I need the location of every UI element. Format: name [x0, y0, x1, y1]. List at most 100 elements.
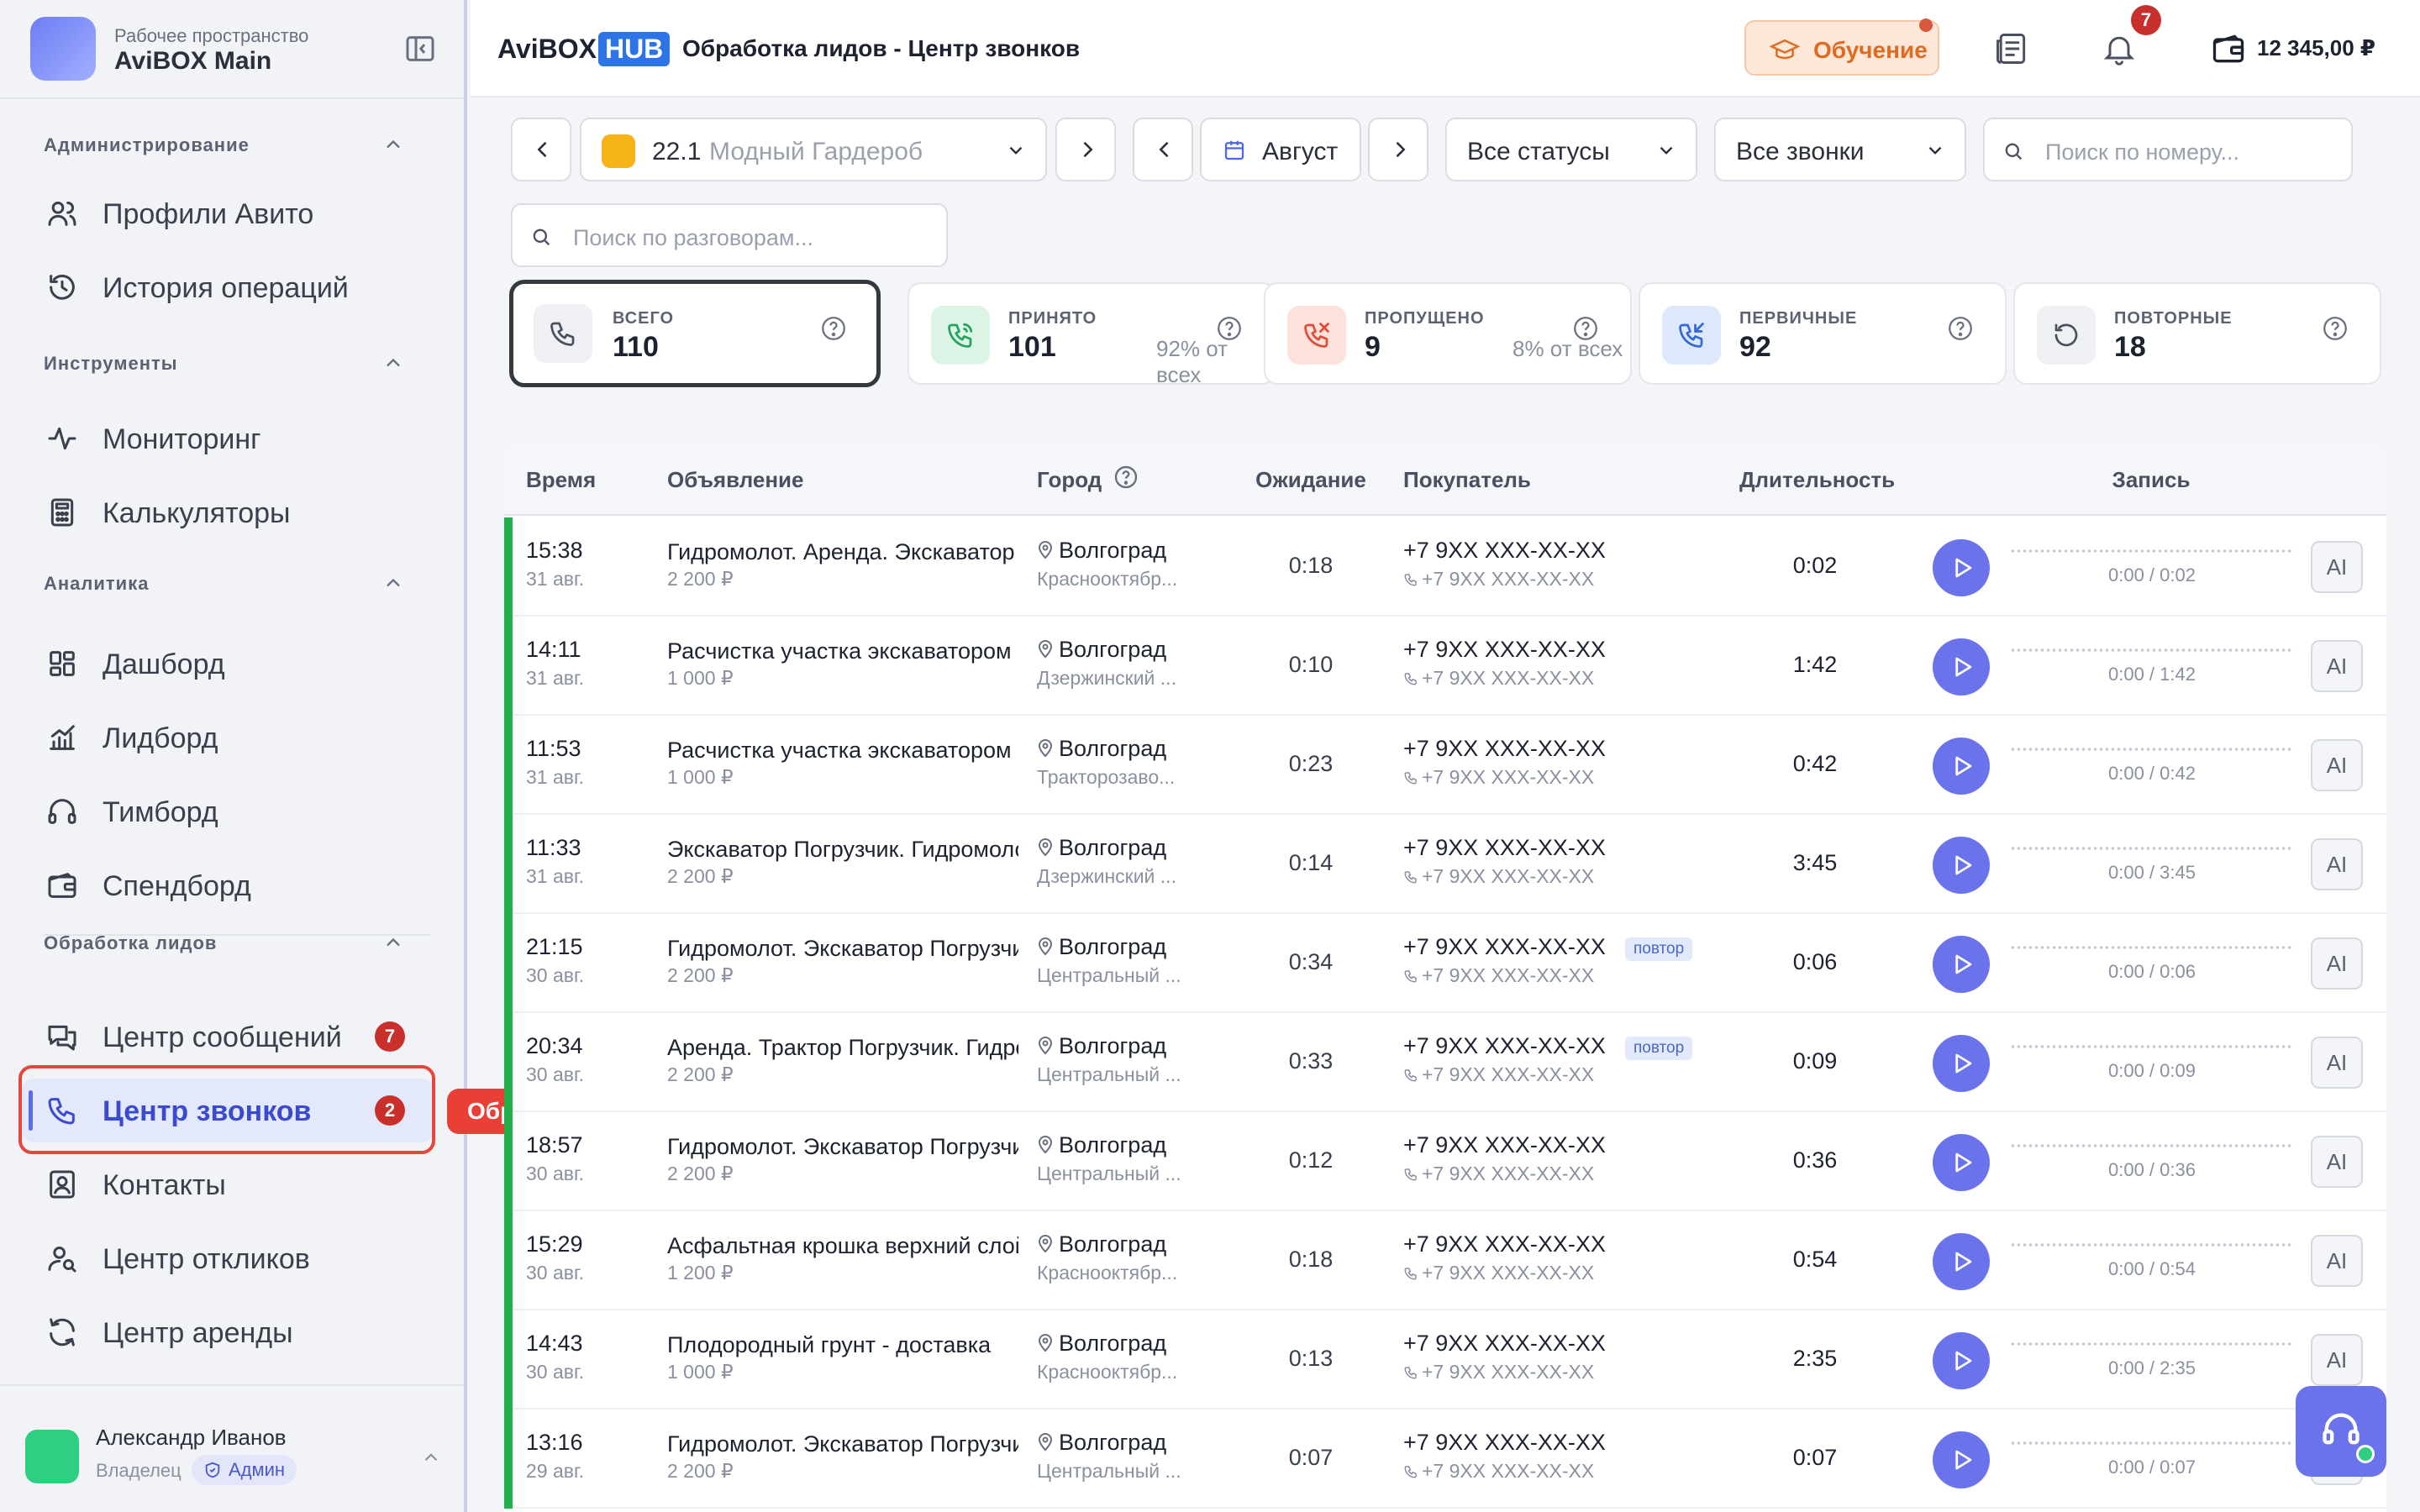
next-month-button[interactable]	[1368, 118, 1428, 181]
ad-title[interactable]: Плодородный грунт - доставка	[667, 1332, 1018, 1358]
play-button[interactable]	[1933, 1431, 1990, 1488]
audio-waveform[interactable]	[2010, 944, 2294, 951]
stat-card-3[interactable]: ПЕРВИЧНЫЕ 92	[1639, 282, 2007, 385]
play-button[interactable]	[1933, 1035, 1990, 1092]
table-row[interactable]: 15:29 30 авг. Асфальтная крошка верхний …	[504, 1211, 2386, 1310]
table-row[interactable]: 13:16 29 авг. Гидромолот. Экскаватор Пог…	[504, 1410, 2386, 1509]
ad-title[interactable]: Гидромолот. Экскаватор Погрузчик	[667, 936, 1018, 962]
support-button[interactable]	[2296, 1386, 2386, 1477]
sidebar-item-messages[interactable]: Центр сообщений 7	[22, 1005, 434, 1068]
workspace-switcher[interactable]: Рабочее пространство AviBOX Main	[30, 17, 442, 81]
conversation-search-input[interactable]: Поиск по разговорам...	[511, 203, 948, 267]
play-button[interactable]	[1933, 936, 1990, 993]
sidebar-item-activity[interactable]: Мониторинг	[22, 407, 434, 470]
calls-select[interactable]: Все звонки	[1714, 118, 1966, 181]
table-row[interactable]: 11:33 31 авг. Экскаватор Погрузчик. Гидр…	[504, 815, 2386, 914]
buyer-phone[interactable]: +7 9XX XXX-XX-XX	[1403, 835, 1606, 861]
audio-waveform[interactable]	[2010, 1142, 2294, 1149]
chevron-up-icon[interactable]	[420, 1446, 442, 1468]
sidebar-item-user-search[interactable]: Центр откликов	[22, 1226, 434, 1290]
ad-title[interactable]: Аренда. Трактор Погрузчик. Гидромолот	[667, 1035, 1018, 1061]
ad-title[interactable]: Расчистка участка экскаватором	[667, 638, 1018, 664]
ad-title[interactable]: Гидромолот. Аренда. Экскаватор	[667, 539, 1018, 565]
sidebar-item-users[interactable]: Профили Авито	[22, 181, 434, 245]
table-row[interactable]: 14:11 31 авг. Расчистка участка экскават…	[504, 617, 2386, 716]
column-record[interactable]: Запись	[2067, 467, 2235, 493]
bell-icon[interactable]	[2101, 30, 2138, 67]
audio-waveform[interactable]	[2010, 845, 2294, 852]
play-button[interactable]	[1933, 738, 1990, 795]
ai-button[interactable]: AI	[2311, 1235, 2363, 1287]
ai-button[interactable]: AI	[2311, 1037, 2363, 1089]
table-row[interactable]: 14:43 30 авг. Плодородный грунт - достав…	[504, 1310, 2386, 1410]
prev-profile-button[interactable]	[511, 118, 571, 181]
help-icon[interactable]	[819, 314, 848, 343]
audio-waveform[interactable]	[2010, 647, 2294, 654]
sidebar-item-wallet[interactable]: Спендборд	[22, 853, 434, 917]
chevron-up-icon[interactable]	[381, 351, 405, 375]
chevron-up-icon[interactable]	[381, 571, 405, 595]
sidebar-item-chart[interactable]: Лидборд	[22, 706, 434, 769]
phone-search-input[interactable]: Поиск по номеру...	[1983, 118, 2353, 181]
balance[interactable]: 12 345,00 ₽	[2257, 35, 2375, 61]
help-icon[interactable]	[1113, 464, 1139, 491]
ad-title[interactable]: Расчистка участка экскаватором	[667, 738, 1018, 764]
ai-button[interactable]: AI	[2311, 838, 2363, 890]
sidebar-item-calculator[interactable]: Калькуляторы	[22, 480, 434, 544]
ai-button[interactable]: AI	[2311, 739, 2363, 791]
buyer-phone[interactable]: +7 9XX XXX-XX-XX	[1403, 736, 1606, 762]
stat-card-1[interactable]: ПРИНЯТО 101 92% от всех	[908, 282, 1276, 387]
audio-waveform[interactable]	[2010, 746, 2294, 753]
play-button[interactable]	[1933, 539, 1990, 596]
profile-select[interactable]: 22.1 Модный Гардероб	[580, 118, 1047, 181]
table-row[interactable]: 18:57 30 авг. Гидромолот. Экскаватор Пог…	[504, 1112, 2386, 1211]
month-picker[interactable]: Август	[1200, 118, 1361, 181]
sidebar-item-headphones[interactable]: Тимборд	[22, 780, 434, 843]
help-icon[interactable]	[1946, 314, 1975, 343]
help-icon[interactable]	[1215, 314, 1244, 343]
learning-button[interactable]: Обучение	[1744, 18, 1939, 76]
column-ad[interactable]: Объявление	[667, 467, 804, 493]
prev-month-button[interactable]	[1133, 118, 1193, 181]
audio-waveform[interactable]	[2010, 1043, 2294, 1050]
ad-title[interactable]: Гидромолот. Экскаватор Погрузчик	[667, 1134, 1018, 1160]
wallet-icon[interactable]	[2210, 30, 2247, 67]
chevron-up-icon[interactable]	[381, 133, 405, 156]
buyer-phone[interactable]: +7 9XX XXX-XX-XX	[1403, 934, 1606, 960]
sidebar-item-contacts[interactable]: Контакты	[22, 1152, 434, 1216]
column-city[interactable]: Город	[1037, 467, 1102, 493]
stat-card-4[interactable]: ПОВТОРНЫЕ 18	[2013, 282, 2381, 385]
ai-button[interactable]: AI	[2311, 640, 2363, 692]
buyer-phone[interactable]: +7 9XX XXX-XX-XX	[1403, 1132, 1606, 1158]
table-row[interactable]: 15:38 31 авг. Гидромолот. Аренда. Экскав…	[504, 517, 2386, 617]
column-duration[interactable]: Длительность	[1739, 467, 1895, 493]
column-buyer[interactable]: Покупатель	[1403, 467, 1531, 493]
brand-logo[interactable]: AviBOX HUB	[497, 32, 671, 66]
buyer-phone[interactable]: +7 9XX XXX-XX-XX	[1403, 1430, 1606, 1456]
ad-title[interactable]: Асфальтная крошка верхний слой	[667, 1233, 1018, 1259]
sidebar-item-refresh[interactable]: Центр аренды	[22, 1300, 434, 1364]
buyer-phone[interactable]: +7 9XX XXX-XX-XX	[1403, 637, 1606, 663]
stat-card-2[interactable]: ПРОПУЩЕНО 9 8% от всех	[1264, 282, 1632, 385]
user-panel[interactable]: Александр Иванов Владелец Админ	[0, 1384, 464, 1512]
buyer-phone[interactable]: +7 9XX XXX-XX-XX	[1403, 538, 1606, 564]
audio-waveform[interactable]	[2010, 1341, 2294, 1347]
sidebar-item-history[interactable]: История операций	[22, 255, 434, 319]
ai-button[interactable]: AI	[2311, 1136, 2363, 1188]
play-button[interactable]	[1933, 638, 1990, 696]
help-icon[interactable]	[2321, 314, 2349, 343]
buyer-phone[interactable]: +7 9XX XXX-XX-XX	[1403, 1331, 1606, 1357]
ai-button[interactable]: AI	[2311, 541, 2363, 593]
play-button[interactable]	[1933, 1332, 1990, 1389]
table-row[interactable]: 20:34 30 авг. Аренда. Трактор Погрузчик.…	[504, 1013, 2386, 1112]
play-button[interactable]	[1933, 1134, 1990, 1191]
collapse-sidebar-icon[interactable]	[403, 32, 437, 66]
ad-title[interactable]: Гидромолот. Экскаватор Погрузчик	[667, 1431, 1018, 1457]
column-time[interactable]: Время	[526, 467, 596, 493]
ai-button[interactable]: AI	[2311, 1334, 2363, 1386]
stat-card-0[interactable]: ВСЕГО 110	[509, 280, 881, 387]
ad-title[interactable]: Экскаватор Погрузчик. Гидромолот	[667, 837, 1018, 863]
table-row[interactable]: 11:53 31 авг. Расчистка участка экскават…	[504, 716, 2386, 815]
audio-waveform[interactable]	[2010, 548, 2294, 554]
audio-waveform[interactable]	[2010, 1440, 2294, 1446]
